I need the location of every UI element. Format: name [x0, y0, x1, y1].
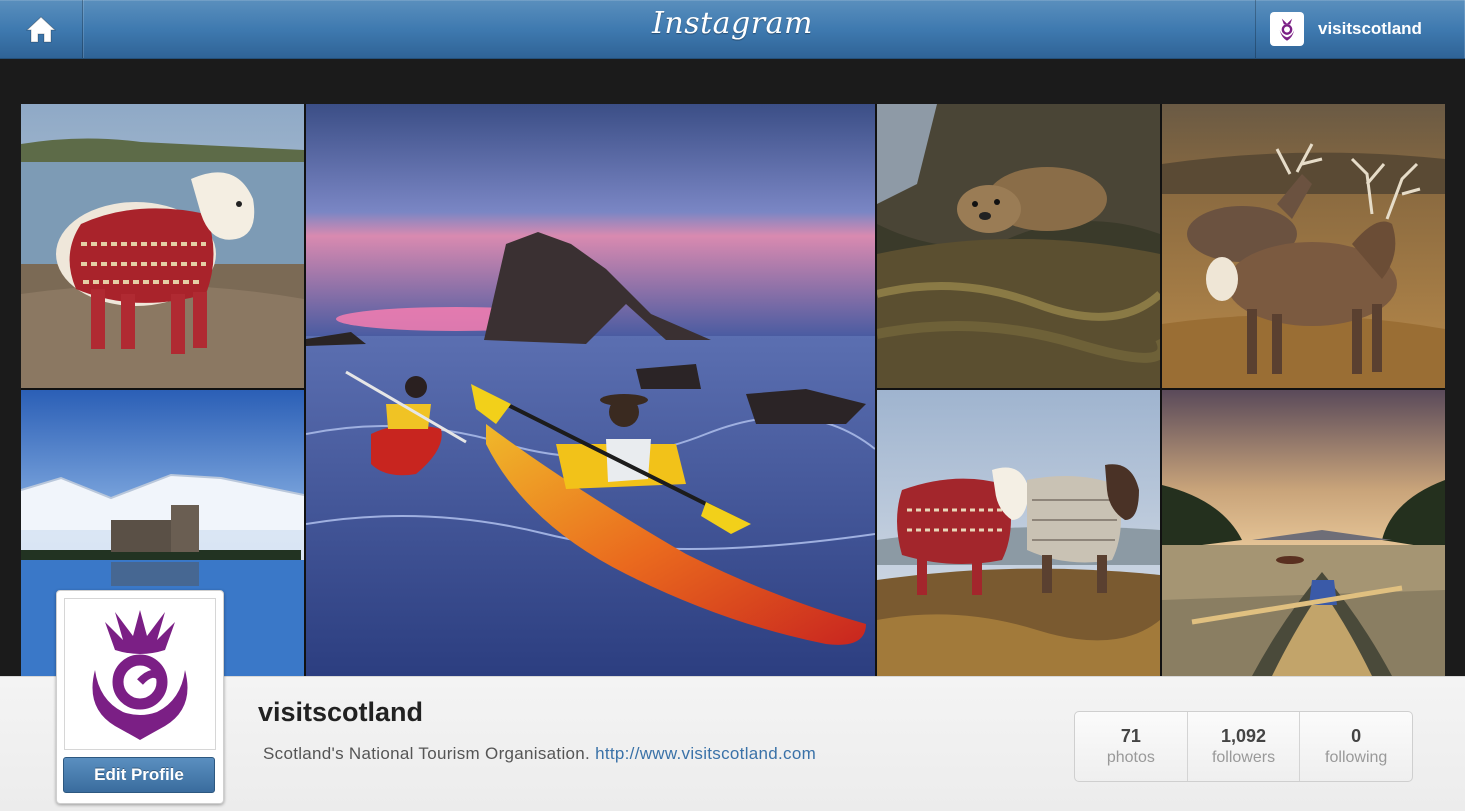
pony-in-cardigan-photo — [21, 104, 304, 388]
stat-following-label: following — [1325, 749, 1388, 766]
red-deer-photo — [1162, 104, 1445, 388]
stat-followers-label: followers — [1211, 749, 1276, 766]
instagram-logo[interactable]: Instagram — [0, 6, 1465, 41]
user-avatar — [1270, 12, 1304, 46]
profile-website-link[interactable]: http://www.visitscotland.com — [595, 744, 816, 763]
photo-tile[interactable] — [877, 390, 1160, 676]
photo-tile[interactable] — [306, 104, 875, 676]
profile-bio: Scotland's National Tourism Organisation… — [263, 744, 816, 764]
profile-bio-text: Scotland's National Tourism Organisation… — [263, 744, 591, 763]
kayakers-photo — [306, 104, 875, 676]
two-ponies-photo — [877, 390, 1160, 676]
top-navigation-bar: Instagram visitscotland — [0, 0, 1465, 59]
edit-profile-button[interactable]: Edit Profile — [63, 757, 215, 793]
thistle-logo-icon — [1279, 18, 1295, 41]
stat-following-count: 0 — [1351, 726, 1362, 746]
canoe-photo — [1162, 390, 1445, 676]
stat-followers[interactable]: 1,092 followers — [1188, 712, 1301, 781]
user-menu-label: visitscotland — [1318, 19, 1422, 38]
photo-tile[interactable] — [21, 104, 304, 388]
photo-grid — [21, 104, 1445, 676]
stat-following[interactable]: 0 following — [1300, 712, 1412, 781]
stat-photos[interactable]: 71 photos — [1075, 712, 1188, 781]
profile-username: visitscotland — [258, 697, 424, 727]
photo-tile[interactable] — [1162, 104, 1445, 388]
photo-tile[interactable] — [1162, 390, 1445, 676]
user-menu-button[interactable]: visitscotland — [1255, 0, 1465, 58]
stat-photos-label: photos — [1106, 749, 1155, 766]
stat-photos-count: 71 — [1120, 726, 1141, 746]
profile-avatar[interactable] — [64, 598, 216, 750]
otter-photo — [877, 104, 1160, 388]
photo-tile[interactable] — [877, 104, 1160, 388]
stat-followers-count: 1,092 — [1220, 726, 1267, 746]
profile-stats: 71 photos 1,092 followers 0 following — [1074, 711, 1413, 782]
thistle-logo-icon — [92, 610, 188, 740]
profile-avatar-card: Edit Profile — [56, 590, 224, 804]
